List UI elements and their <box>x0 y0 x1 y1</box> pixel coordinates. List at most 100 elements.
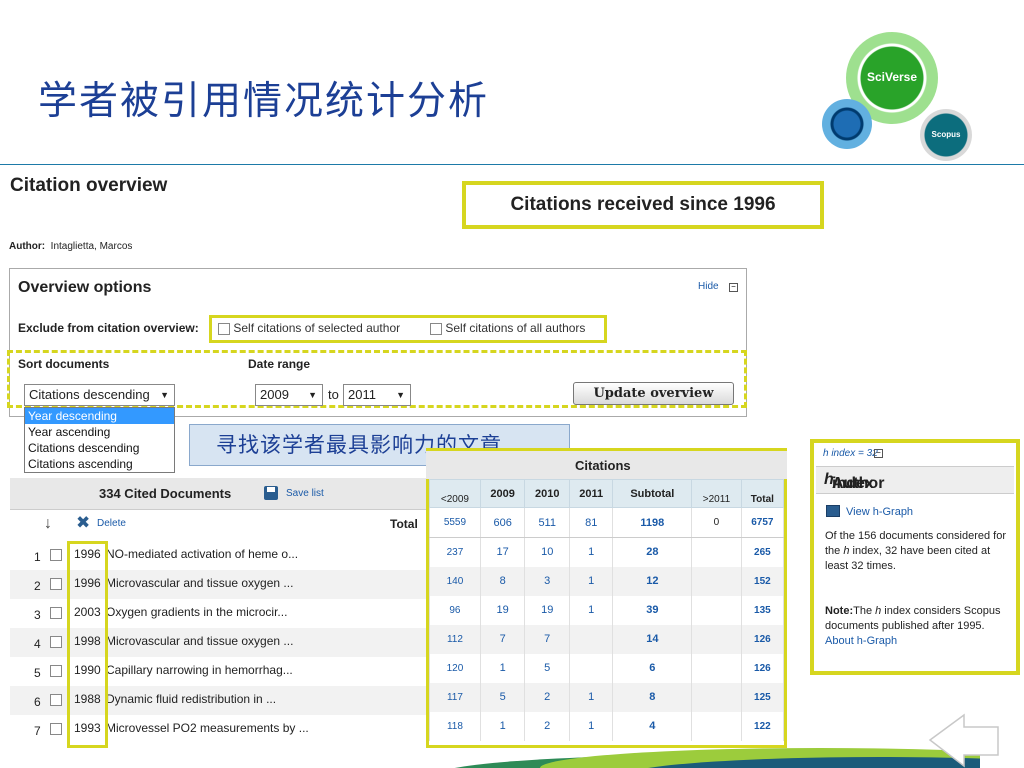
delete-icon[interactable]: ✖ <box>76 513 90 533</box>
citation-cell[interactable]: 1 <box>568 711 614 741</box>
citation-cell[interactable]: 118 <box>429 711 481 741</box>
graph-icon[interactable] <box>826 505 840 517</box>
citation-cell[interactable]: 1 <box>479 711 526 741</box>
row-title-link[interactable]: Oxygen gradients in the microcir... <box>106 605 326 619</box>
citation-cell[interactable]: 8 <box>612 682 693 712</box>
citation-cell[interactable]: 1198 <box>612 507 693 538</box>
row-checkbox[interactable] <box>50 665 62 677</box>
row-checkbox[interactable] <box>50 607 62 619</box>
citation-cell[interactable]: 7 <box>479 624 526 654</box>
row-checkbox[interactable] <box>50 636 62 648</box>
back-arrow-icon[interactable] <box>928 713 1000 768</box>
citation-cell[interactable]: 4 <box>612 711 693 741</box>
save-icon[interactable] <box>264 486 278 500</box>
citation-cell[interactable]: 135 <box>740 595 785 625</box>
citation-cell[interactable] <box>691 682 742 712</box>
citation-cell[interactable]: 14 <box>612 624 693 654</box>
row-title-link[interactable]: Capillary narrowing in hemorrhag... <box>106 663 326 677</box>
dropdown-option-citations-descending[interactable]: Citations descending <box>25 440 174 456</box>
view-h-graph-link[interactable]: View h-Graph <box>846 506 913 518</box>
minus-box-icon[interactable]: − <box>874 449 883 458</box>
citation-cell[interactable]: 237 <box>429 537 481 567</box>
citation-cell[interactable]: 5559 <box>429 507 481 538</box>
row-title-link[interactable]: Microvessel PO2 measurements by ... <box>106 721 326 735</box>
citation-cell[interactable] <box>691 595 742 625</box>
date-to-label: to <box>328 387 339 402</box>
citation-cell[interactable] <box>568 624 614 654</box>
dropdown-option-year-descending[interactable]: Year descending <box>25 408 174 424</box>
citation-cell[interactable]: 125 <box>740 682 785 712</box>
citation-cell[interactable]: 8 <box>479 566 526 596</box>
citation-cell[interactable]: 39 <box>612 595 693 625</box>
citation-cell[interactable]: 511 <box>524 507 570 538</box>
citation-cell[interactable] <box>691 711 742 741</box>
citation-cell[interactable]: 6757 <box>740 507 785 538</box>
citation-cell[interactable]: 5 <box>524 653 570 683</box>
citation-cell[interactable]: 122 <box>740 711 785 741</box>
row-title-link[interactable]: Microvascular and tissue oxygen ... <box>106 576 326 590</box>
citation-cell[interactable]: 1 <box>568 537 614 567</box>
date-to-select[interactable]: 2011 ▼ <box>343 384 411 406</box>
citation-cell[interactable] <box>691 624 742 654</box>
about-h-graph-link[interactable]: About h-Graph <box>825 635 897 647</box>
row-checkbox[interactable] <box>50 578 62 590</box>
col-header[interactable]: 2010 <box>524 479 570 508</box>
dropdown-option-citations-ascending[interactable]: Citations ascending <box>25 456 174 472</box>
citation-cell[interactable]: 17 <box>479 537 526 567</box>
delete-link[interactable]: Delete <box>97 518 126 529</box>
citation-cell[interactable] <box>568 653 614 683</box>
citation-cell[interactable]: 12 <box>612 566 693 596</box>
h-index-note: Note:The h index considers Scopus docume… <box>825 604 1010 649</box>
self-citation-selected-checkbox[interactable] <box>218 322 230 335</box>
date-from-select[interactable]: 2009 ▼ <box>255 384 323 406</box>
citation-cell[interactable]: 140 <box>429 566 481 596</box>
save-list-link[interactable]: Save list <box>286 488 324 499</box>
citation-cell[interactable]: 265 <box>740 537 785 567</box>
dropdown-option-year-ascending[interactable]: Year ascending <box>25 424 174 440</box>
arrow-down-icon[interactable]: ↓ <box>44 515 52 533</box>
citation-cell[interactable]: 3 <box>524 566 570 596</box>
citation-cell[interactable]: 19 <box>524 595 570 625</box>
citation-cell[interactable]: 5 <box>479 682 526 712</box>
citation-cell[interactable]: 126 <box>740 653 785 683</box>
h-index-summary-link[interactable]: h index = 32 <box>823 448 878 459</box>
citation-cell[interactable] <box>691 566 742 596</box>
row-checkbox[interactable] <box>50 723 62 735</box>
col-header[interactable]: 2009 <box>479 479 526 508</box>
citation-cell[interactable]: 2 <box>524 711 570 741</box>
citation-cell[interactable]: 117 <box>429 682 481 712</box>
col-header[interactable]: 2011 <box>568 479 614 508</box>
citation-cell[interactable]: 1 <box>568 566 614 596</box>
citation-cell[interactable]: 606 <box>479 507 526 538</box>
self-citation-all-checkbox[interactable] <box>430 322 442 335</box>
row-title-link[interactable]: Dynamic fluid redistribution in ... <box>106 692 326 706</box>
citation-cell[interactable]: 2 <box>524 682 570 712</box>
citation-cell[interactable]: 81 <box>568 507 614 538</box>
row-title-link[interactable]: Microvascular and tissue oxygen ... <box>106 634 326 648</box>
citation-cell[interactable]: 1 <box>568 682 614 712</box>
citation-cell[interactable]: 0 <box>691 507 742 538</box>
citation-cell[interactable]: 1 <box>568 595 614 625</box>
citation-cell[interactable]: 96 <box>429 595 481 625</box>
row-checkbox[interactable] <box>50 549 62 561</box>
citation-cell[interactable]: 126 <box>740 624 785 654</box>
self-citation-all-option[interactable]: Self citations of all authors <box>430 321 585 335</box>
citation-cell[interactable] <box>691 537 742 567</box>
row-title-link[interactable]: NO-mediated activation of heme o... <box>106 547 326 561</box>
citation-cell[interactable]: 19 <box>479 595 526 625</box>
citation-cell[interactable]: 112 <box>429 624 481 654</box>
citation-cell[interactable] <box>691 653 742 683</box>
self-citation-selected-option[interactable]: Self citations of selected author <box>218 321 400 335</box>
hide-link[interactable]: Hide <box>698 281 719 292</box>
citation-cell[interactable]: 28 <box>612 537 693 567</box>
citation-cell[interactable]: 1 <box>479 653 526 683</box>
sort-select[interactable]: Citations descending ▼ <box>24 384 175 406</box>
citation-cell[interactable]: 10 <box>524 537 570 567</box>
citation-cell[interactable]: 6 <box>612 653 693 683</box>
minus-box-icon[interactable]: − <box>729 283 738 292</box>
update-overview-button[interactable]: Update overview <box>573 382 734 405</box>
row-checkbox[interactable] <box>50 694 62 706</box>
citation-cell[interactable]: 120 <box>429 653 481 683</box>
citation-cell[interactable]: 152 <box>740 566 785 596</box>
citation-cell[interactable]: 7 <box>524 624 570 654</box>
